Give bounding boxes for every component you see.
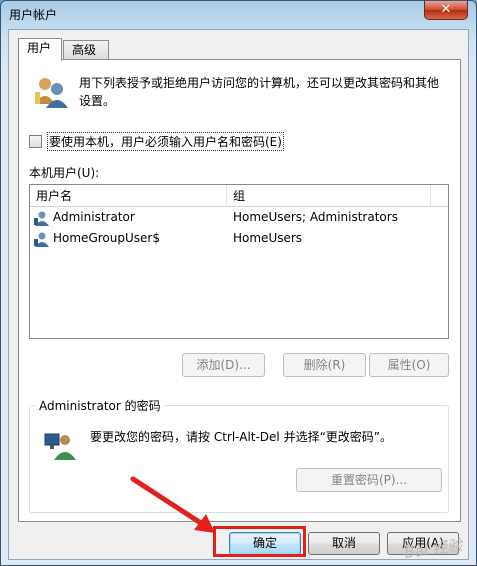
username-cell: HomeGroupUser$ xyxy=(30,228,227,249)
ok-button-highlight xyxy=(213,526,306,557)
password-group-title: Administrator 的密码 xyxy=(36,397,164,414)
users-list[interactable]: 用户名 组 Administrator HomeUsers; Administr… xyxy=(29,184,449,339)
require-password-checkbox[interactable] xyxy=(29,135,42,148)
user-monitor-icon xyxy=(44,433,76,460)
group-cell: HomeUsers; Administrators xyxy=(233,210,398,224)
column-header-group[interactable]: 组 xyxy=(227,185,431,207)
require-password-label[interactable]: 要使用本机，用户必须输入用户名和密码(E) xyxy=(47,132,284,151)
list-header: 用户名 组 xyxy=(30,185,448,207)
user-icon xyxy=(34,232,49,247)
dialog-client-area: 用户 高级 用下列表授予或拒绝用户访问您的计算机，还可以更改其密码和其他设置。 … xyxy=(8,29,469,560)
user-properties-button[interactable]: 属性(O) xyxy=(369,353,449,377)
require-password-row[interactable]: 要使用本机，用户必须输入用户名和密码(E) xyxy=(29,132,284,151)
password-instruction-text: 要更改您的密码，请按 Ctrl-Alt-Del 并选择“更改密码”。 xyxy=(90,430,393,444)
add-user-button[interactable]: 添加(D)... xyxy=(182,353,265,377)
column-header-username[interactable]: 用户名 xyxy=(30,185,227,207)
local-users-label: 本机用户(U): xyxy=(29,166,100,180)
table-row[interactable]: HomeGroupUser$ HomeUsers xyxy=(30,228,448,249)
tab-advanced[interactable]: 高级 xyxy=(63,40,109,60)
cancel-button[interactable]: 取消 xyxy=(308,532,380,555)
username-text: HomeGroupUser$ xyxy=(53,231,160,245)
intro-description: 用下列表授予或拒绝用户访问您的计算机，还可以更改其密码和其他设置。 xyxy=(79,76,440,108)
users-group-icon xyxy=(35,78,68,108)
reset-password-button[interactable]: 重置密码(P)... xyxy=(296,468,442,492)
user-accounts-window: 用户帐户 ✕ 用户 高级 用下列表授予或拒绝用户访问您的计算机，还可以更改其密码… xyxy=(0,0,477,566)
group-cell: HomeUsers xyxy=(233,231,303,245)
user-icon xyxy=(34,211,49,226)
users-tab-panel: 用下列表授予或拒绝用户访问您的计算机，还可以更改其密码和其他设置。 要使用本机，… xyxy=(18,59,461,522)
table-row[interactable]: Administrator HomeUsers; Administrators xyxy=(30,207,448,228)
username-text: Administrator xyxy=(53,210,135,224)
column-header-filler xyxy=(431,185,448,207)
remove-user-button[interactable]: 删除(R) xyxy=(283,353,366,377)
close-button[interactable]: ✕ xyxy=(424,1,468,20)
title-bar[interactable]: 用户帐户 ✕ xyxy=(1,1,476,27)
username-cell: Administrator xyxy=(30,207,227,228)
window-title: 用户帐户 xyxy=(9,8,58,22)
tab-users[interactable]: 用户 xyxy=(18,38,62,61)
password-groupbox: Administrator 的密码 要更改您的密码，请按 Ctrl-Alt-De… xyxy=(29,397,449,513)
